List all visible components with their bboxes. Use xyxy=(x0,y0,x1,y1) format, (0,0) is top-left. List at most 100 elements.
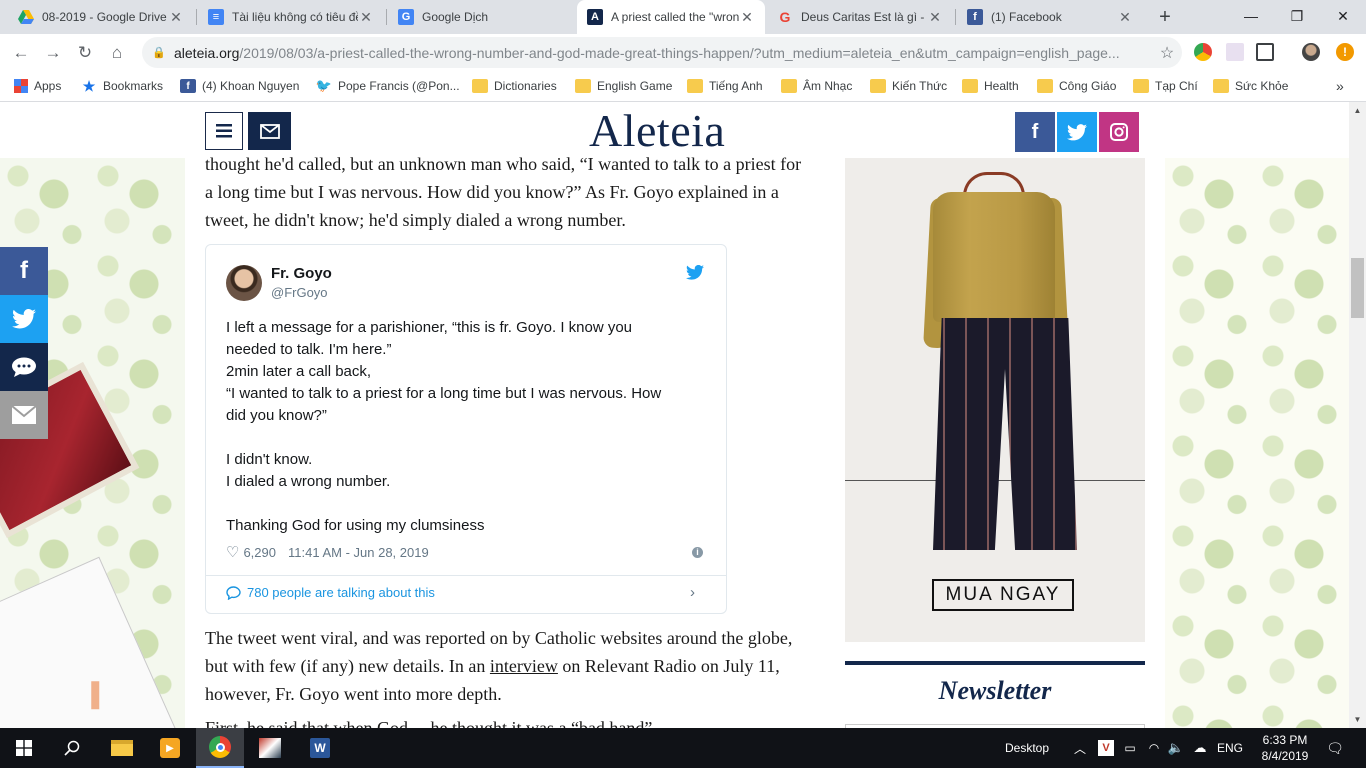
show-hidden-icons-chevron-icon[interactable]: ︿ xyxy=(1070,728,1090,768)
scroll-up-arrow-icon[interactable]: ▲ xyxy=(1349,102,1366,119)
share-email-button[interactable] xyxy=(0,391,48,439)
tweet-author-name[interactable]: Fr. Goyo xyxy=(271,265,332,282)
buy-now-button[interactable]: MUA NGAY xyxy=(932,579,1074,611)
tweet-conversation-link[interactable]: 780 people are talking about this xyxy=(226,585,435,600)
update-alert-icon[interactable]: ! xyxy=(1336,43,1354,61)
forward-button[interactable]: → xyxy=(40,40,66,66)
chrome-extension-icon[interactable] xyxy=(1194,43,1212,61)
twitter-follow-button[interactable] xyxy=(1057,112,1097,152)
wifi-icon[interactable]: ◠ xyxy=(1144,728,1164,768)
chevron-right-icon[interactable]: › xyxy=(690,584,695,601)
facebook-follow-button[interactable]: f xyxy=(1015,112,1055,152)
volume-icon[interactable]: 🔈 xyxy=(1166,728,1186,768)
media-player-button[interactable]: ▶ xyxy=(146,728,194,768)
twitter-bird-icon[interactable] xyxy=(686,264,704,285)
bookmark-folder-health[interactable]: Health xyxy=(962,72,1019,100)
close-icon[interactable]: ✕ xyxy=(739,9,755,26)
antivirus-tray-icon[interactable]: V xyxy=(1096,728,1116,768)
close-window-button[interactable]: ✕ xyxy=(1320,0,1366,32)
share-facebook-button[interactable]: f xyxy=(0,247,48,295)
chrome-taskbar-button[interactable] xyxy=(196,728,244,768)
photo-app-button[interactable] xyxy=(246,728,294,768)
tweet-author-handle[interactable]: @FrGoyo xyxy=(271,285,328,300)
new-tab-button[interactable]: + xyxy=(1154,6,1176,28)
share-comments-button[interactable] xyxy=(0,343,48,391)
bookmark-folder-cong-giao[interactable]: Công Giáo xyxy=(1037,72,1116,100)
profile-avatar[interactable] xyxy=(1302,43,1320,61)
input-language-indicator[interactable]: ENG xyxy=(1214,728,1246,768)
search-icon xyxy=(64,740,80,756)
twitter-icon xyxy=(12,309,36,329)
interview-link[interactable]: interview xyxy=(490,656,558,676)
address-bar[interactable]: 🔒 aleteia.org/2019/08/03/a-priest-called… xyxy=(142,37,1182,68)
tweet-line: needed to talk. I'm here.” xyxy=(226,341,392,358)
share-twitter-button[interactable] xyxy=(0,295,48,343)
page-scrollbar[interactable]: ▲ ▼ xyxy=(1349,102,1366,728)
bookmark-bookmarks[interactable]: ★ Bookmarks xyxy=(81,72,163,100)
scroll-down-arrow-icon[interactable]: ▼ xyxy=(1349,711,1366,728)
bookmark-folder-tieng-anh[interactable]: Tiếng Anh xyxy=(687,72,763,100)
file-explorer-button[interactable] xyxy=(98,728,146,768)
minimize-button[interactable]: — xyxy=(1228,0,1274,32)
tweet-line: I left a message for a parishioner, “thi… xyxy=(226,319,633,336)
word-icon: W xyxy=(310,738,330,758)
close-icon[interactable]: ✕ xyxy=(1117,9,1133,26)
desktop-toolbar-label[interactable]: Desktop xyxy=(1004,728,1050,768)
speech-bubble-icon xyxy=(226,585,241,600)
tab-google-search[interactable]: G Deus Caritas Est là gì - T ✕ xyxy=(767,0,953,34)
bookmark-folder-dictionaries[interactable]: Dictionaries xyxy=(472,72,557,100)
maximize-button[interactable]: ❐ xyxy=(1274,0,1320,32)
tab-google-docs[interactable]: ≡ Tài liệu không có tiêu đề ✕ xyxy=(198,0,384,34)
tweet-like-count[interactable]: 6,290 xyxy=(243,545,276,560)
info-icon[interactable]: i xyxy=(692,547,703,558)
system-clock[interactable]: 6:33 PM 8/4/2019 xyxy=(1252,728,1318,768)
menu-button[interactable] xyxy=(205,112,243,150)
reload-button[interactable]: ↻ xyxy=(72,40,98,66)
close-icon[interactable]: ✕ xyxy=(358,9,374,26)
newsletter-mail-button[interactable] xyxy=(248,112,291,150)
bookmarks-overflow-chevron-icon[interactable]: » xyxy=(1336,72,1344,100)
bookmark-folder-english-game[interactable]: English Game xyxy=(575,72,672,100)
onedrive-cloud-icon[interactable]: ☁ xyxy=(1190,728,1210,768)
tab-google-translate[interactable]: G Google Dịch xyxy=(388,0,574,34)
scrollbar-thumb[interactable] xyxy=(1351,258,1364,318)
tab-aleteia[interactable]: A A priest called the "wrong ✕ xyxy=(577,0,765,34)
embedded-tweet[interactable]: Fr. Goyo @FrGoyo I left a message for a … xyxy=(205,244,727,614)
bookmark-folder-suc-khoe[interactable]: Sức Khỏe xyxy=(1213,72,1288,100)
notifications-icon[interactable]: 🗨 xyxy=(1322,728,1348,768)
newsletter-rule xyxy=(845,661,1145,665)
twitter-icon xyxy=(1067,123,1087,140)
windows-logo-icon xyxy=(16,740,32,756)
close-icon[interactable]: ✕ xyxy=(168,9,184,26)
tab-facebook[interactable]: f (1) Facebook ✕ xyxy=(957,0,1143,34)
lock-icon: 🔒 xyxy=(152,47,166,59)
bookmark-apps[interactable]: Apps xyxy=(14,72,61,100)
battery-icon[interactable]: ▭ xyxy=(1120,728,1140,768)
bookmark-khoan-nguyen[interactable]: f (4) Khoan Nguyen xyxy=(180,72,299,100)
bookmarks-bar: Apps ★ Bookmarks f (4) Khoan Nguyen 🐦 Po… xyxy=(0,72,1366,102)
reader-extension-icon[interactable] xyxy=(1256,43,1274,61)
tweet-divider xyxy=(206,575,726,576)
tweet-text: I left a message for a parishioner, “thi… xyxy=(226,317,706,537)
fashion-advertisement[interactable]: MUA NGAY xyxy=(845,158,1145,642)
start-button[interactable] xyxy=(0,728,48,768)
word-button[interactable]: W xyxy=(296,728,344,768)
instagram-follow-button[interactable] xyxy=(1099,112,1139,152)
folder-icon xyxy=(472,79,488,93)
pdf-extension-icon[interactable] xyxy=(1226,43,1244,61)
bookmark-folder-tap-chi[interactable]: Tạp Chí xyxy=(1133,72,1198,100)
home-button[interactable]: ⌂ xyxy=(104,40,130,66)
google-drive-icon xyxy=(18,9,34,25)
search-button[interactable] xyxy=(48,728,96,768)
bookmark-folder-am-nhac[interactable]: Âm Nhạc xyxy=(781,72,852,100)
bookmark-folder-kien-thuc[interactable]: Kiến Thức xyxy=(870,72,947,100)
bookmark-star-icon[interactable]: ☆ xyxy=(1152,43,1182,63)
tweet-author-avatar[interactable] xyxy=(226,265,262,301)
close-icon[interactable]: ✕ xyxy=(927,9,943,26)
back-button[interactable]: ← xyxy=(8,40,34,66)
tweet-timestamp[interactable]: 11:41 AM - Jun 28, 2019 xyxy=(288,545,429,560)
tab-google-drive[interactable]: 08-2019 - Google Drive ✕ xyxy=(8,0,194,34)
url-host: aleteia.org xyxy=(174,44,240,61)
heart-icon[interactable]: ♡ xyxy=(226,543,239,561)
bookmark-pope-francis[interactable]: 🐦 Pope Francis (@Pon... xyxy=(316,72,460,100)
